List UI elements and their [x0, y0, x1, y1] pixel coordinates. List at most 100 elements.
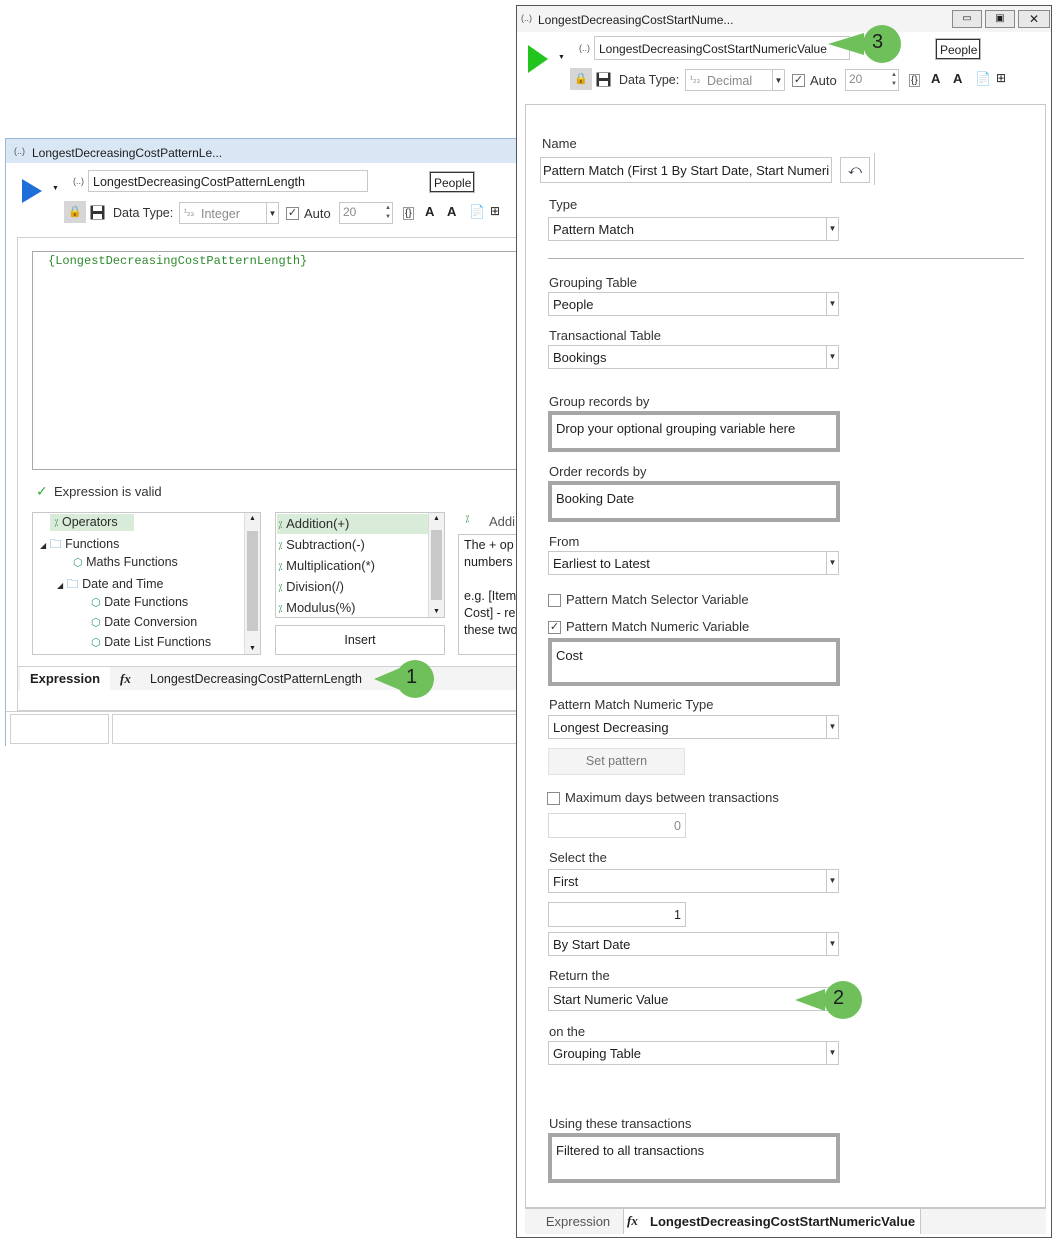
- set-pattern-button[interactable]: Set pattern: [548, 748, 685, 775]
- minimize-button[interactable]: ▭: [952, 10, 982, 28]
- bottom-tab-bar: Expression fx LongestDecreasingCostStart…: [525, 1208, 1046, 1234]
- variable-name-input[interactable]: LongestDecreasingCostPatternLength: [88, 170, 368, 192]
- play-icon[interactable]: [20, 177, 44, 205]
- list-scrollbar[interactable]: ▲ ▼: [428, 513, 444, 617]
- reset-name-button[interactable]: ⤺: [840, 157, 870, 183]
- chevron-down-icon: ▼: [772, 70, 784, 90]
- from-select[interactable]: Earliest to Latest ▼: [548, 551, 839, 575]
- list-item-multiplication[interactable]: ⁒ Multiplication(*): [278, 558, 375, 573]
- tree-item-date-list-functions[interactable]: ⬡ Date List Functions: [91, 635, 211, 649]
- tree-scrollbar[interactable]: ▲ ▼: [244, 513, 260, 654]
- list-item-division[interactable]: ⁒ Division(/): [278, 579, 344, 594]
- on-the-select[interactable]: Grouping Table ▼: [548, 1041, 839, 1065]
- group-records-dropzone[interactable]: Drop your optional grouping variable her…: [548, 411, 840, 452]
- scroll-down-icon[interactable]: ▼: [249, 645, 256, 652]
- right-titlebar[interactable]: (..) LongestDecreasingCostStartNume... ▭…: [517, 6, 1051, 32]
- tab-variable[interactable]: fx LongestDecreasingCostStartNumericValu…: [623, 1209, 921, 1234]
- hierarchy-icon[interactable]: ⊞: [996, 71, 1006, 85]
- select-the-select[interactable]: First ▼: [548, 869, 839, 893]
- grouping-table-select[interactable]: People ▼: [548, 292, 839, 316]
- max-days-checkbox[interactable]: [547, 792, 560, 805]
- lock-icon[interactable]: 🔒: [64, 201, 86, 223]
- tree-item-date-functions[interactable]: ⬡ Date Functions: [91, 595, 188, 609]
- name-input[interactable]: Pattern Match (First 1 By Start Date, St…: [540, 157, 832, 183]
- by-select[interactable]: By Start Date ▼: [548, 932, 839, 956]
- expression-editor[interactable]: {LongestDecreasingCostPatternLength}: [32, 251, 527, 470]
- play-dropdown-icon[interactable]: ▼: [52, 185, 59, 192]
- selector-variable-label: Pattern Match Selector Variable: [566, 592, 749, 607]
- chevron-down-icon: ▼: [826, 218, 838, 240]
- type-select[interactable]: Pattern Match ▼: [548, 217, 839, 241]
- tab-expression[interactable]: Expression: [20, 667, 110, 690]
- operator-icon: ⁒: [54, 518, 59, 529]
- font-decrease-icon[interactable]: A: [953, 71, 962, 86]
- order-records-label: Order records by: [549, 464, 647, 479]
- using-transactions-dropzone[interactable]: Filtered to all transactions: [548, 1133, 840, 1183]
- left-titlebar[interactable]: (..) LongestDecreasingCostPatternLe...: [6, 139, 524, 163]
- scroll-down-icon[interactable]: ▼: [433, 608, 440, 615]
- size-stepper[interactable]: 20 ▲ ▼: [845, 69, 899, 91]
- font-increase-icon[interactable]: A: [425, 204, 434, 219]
- auto-checkbox[interactable]: ✓: [792, 74, 805, 87]
- people-button[interactable]: People: [430, 172, 474, 192]
- hierarchy-icon[interactable]: ⊞: [490, 204, 500, 218]
- restore-button[interactable]: ▣: [985, 10, 1015, 28]
- auto-checkbox[interactable]: ✓: [286, 207, 299, 220]
- lock-icon[interactable]: 🔒: [570, 68, 592, 90]
- operator-icon: ⁒: [278, 541, 283, 552]
- scroll-up-icon[interactable]: ▲: [249, 515, 256, 522]
- count-input[interactable]: 1: [548, 902, 686, 927]
- document-icon[interactable]: 📄: [469, 204, 485, 220]
- max-days-input[interactable]: 0: [548, 813, 686, 838]
- insert-button[interactable]: Insert: [275, 625, 445, 655]
- numeric-variable-checkbox[interactable]: ✓: [548, 621, 561, 634]
- font-increase-icon[interactable]: A: [931, 71, 940, 86]
- selector-variable-checkbox[interactable]: [548, 594, 561, 607]
- numeric-variable-dropzone[interactable]: Cost: [548, 638, 840, 686]
- save-icon[interactable]: [596, 72, 611, 87]
- close-button[interactable]: ✕: [1018, 10, 1050, 28]
- play-dropdown-icon[interactable]: ▼: [558, 54, 565, 61]
- chevron-down-icon: ▼: [826, 293, 838, 315]
- save-icon[interactable]: [90, 205, 105, 220]
- right-window: (..) LongestDecreasingCostStartNume... ▭…: [516, 5, 1052, 1238]
- operator-icon: ⁒: [278, 520, 283, 531]
- variable-icon: (..): [73, 176, 84, 186]
- list-item-addition[interactable]: ⁒ Addition(+): [278, 516, 349, 531]
- tree-item-functions[interactable]: ◢ 🗀 Functions: [40, 535, 119, 556]
- tree-item-maths-functions[interactable]: ⬡ Maths Functions: [73, 555, 178, 569]
- scroll-thumb[interactable]: [431, 530, 442, 600]
- tab-expression[interactable]: Expression: [533, 1209, 623, 1234]
- chevron-down-icon: ▼: [826, 933, 838, 955]
- window-title: LongestDecreasingCostPatternLe...: [32, 146, 223, 160]
- braces-icon[interactable]: {}: [909, 74, 920, 87]
- transactional-table-select[interactable]: Bookings ▼: [548, 345, 839, 369]
- validity-text: Expression is valid: [54, 484, 162, 499]
- tree-item-date-conversion[interactable]: ⬡ Date Conversion: [91, 615, 197, 629]
- data-type-combo[interactable]: ¹₂₃ Decimal ▼: [685, 69, 785, 91]
- list-item-modulus[interactable]: ⁒ Modulus(%): [278, 600, 355, 615]
- braces-icon[interactable]: {}: [403, 207, 414, 220]
- font-decrease-icon[interactable]: A: [447, 204, 456, 219]
- name-label: Name: [542, 136, 577, 151]
- operator-list[interactable]: ⁒ Addition(+) ⁒ Subtraction(-) ⁒ Multipl…: [275, 512, 445, 618]
- data-type-combo[interactable]: ¹₂₃ Integer ▼: [179, 202, 279, 224]
- numeric-type-select[interactable]: Longest Decreasing ▼: [548, 715, 839, 739]
- function-tree[interactable]: ⁒ Operators ◢ 🗀 Functions ⬡ Maths Functi…: [32, 512, 261, 655]
- people-button[interactable]: People: [936, 39, 980, 59]
- return-the-label: Return the: [549, 968, 610, 983]
- document-icon[interactable]: 📄: [975, 71, 991, 87]
- tab-variable-name[interactable]: LongestDecreasingCostPatternLength: [150, 672, 362, 686]
- left-client: ▼ (..) LongestDecreasingCostPatternLengt…: [6, 163, 538, 747]
- variable-name-input[interactable]: LongestDecreasingCostStartNumericValue: [594, 36, 850, 60]
- scroll-up-icon[interactable]: ▲: [433, 515, 440, 522]
- data-type-label: Data Type:: [619, 73, 680, 87]
- expand-arrow-icon: ◢: [40, 541, 47, 550]
- scroll-thumb[interactable]: [247, 531, 258, 631]
- list-item-subtraction[interactable]: ⁒ Subtraction(-): [278, 537, 365, 552]
- order-records-dropzone[interactable]: Booking Date: [548, 481, 840, 522]
- tree-item-date-and-time[interactable]: ◢ 🗀 Date and Time: [57, 575, 163, 596]
- size-stepper[interactable]: 20 ▲ ▼: [339, 202, 393, 224]
- play-icon[interactable]: [526, 43, 550, 75]
- tree-item-operators[interactable]: ⁒ Operators: [54, 515, 118, 529]
